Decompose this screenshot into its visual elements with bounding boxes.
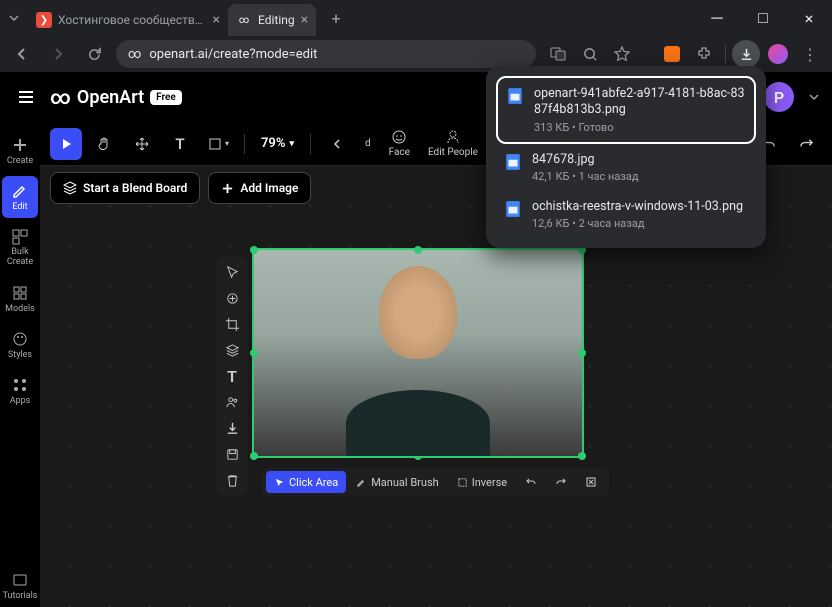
resize-handle[interactable]: [578, 349, 586, 357]
downloads-popup: openart-941abfe2-a917-4181-b8ac-8387f4b8…: [486, 66, 766, 248]
delete-tool[interactable]: [220, 468, 244, 492]
tabs-dropdown[interactable]: [0, 12, 28, 24]
tab-favicon: ❯: [36, 12, 52, 28]
hand-tool[interactable]: [88, 128, 120, 160]
tab-title: Editing: [258, 13, 295, 27]
download-meta: 313 КБ • Готово: [534, 121, 746, 134]
resize-handle[interactable]: [414, 452, 422, 460]
minimize-button[interactable]: ─: [694, 0, 740, 36]
redo-button[interactable]: [790, 128, 822, 160]
selection-bar: Click Area Manual Brush Inverse: [262, 468, 609, 496]
people-tool[interactable]: [220, 390, 244, 414]
file-icon: [504, 153, 522, 171]
tool-d[interactable]: d: [359, 138, 377, 149]
start-blend-board-button[interactable]: Start a Blend Board: [50, 172, 200, 204]
tab-active[interactable]: ∞ Editing ×: [228, 4, 316, 36]
resize-handle[interactable]: [578, 452, 586, 460]
titlebar: ❯ Хостинговое сообщество «Tin × ∞ Editin…: [0, 0, 832, 36]
add-image-button[interactable]: Add Image: [208, 172, 311, 204]
brand-name: OpenArt: [77, 87, 144, 108]
menu-icon[interactable]: ⋮: [796, 40, 824, 68]
download-name: openart-941abfe2-a917-4181-b8ac-8387f4b8…: [534, 86, 746, 119]
rail-styles[interactable]: Styles: [2, 324, 38, 366]
download-name: ochistka-reestra-v-windows-11-03.png: [532, 199, 748, 215]
infinity-icon: ∞: [128, 47, 141, 62]
logo[interactable]: ∞ OpenArt Free: [50, 85, 182, 109]
chevron-down-icon[interactable]: [808, 88, 820, 107]
delete-sel-button[interactable]: [577, 471, 605, 493]
url-text: openart.ai/create?mode=edit: [149, 47, 317, 62]
avatar[interactable]: P: [764, 82, 794, 112]
close-button[interactable]: ×: [786, 0, 832, 36]
download-item[interactable]: 847678.jpg 42,1 КБ • 1 час назад: [496, 144, 756, 191]
downloads-icon[interactable]: [732, 40, 760, 68]
rail-create[interactable]: Create: [2, 130, 38, 172]
reload-button[interactable]: [80, 40, 108, 68]
file-icon: [506, 87, 524, 105]
enhance-tool[interactable]: [220, 286, 244, 310]
extension-icon-1[interactable]: [658, 40, 686, 68]
download-meta: 42,1 КБ • 1 час назад: [532, 170, 748, 183]
manual-brush-button[interactable]: Manual Brush: [348, 471, 447, 493]
profile-icon[interactable]: [764, 40, 792, 68]
hamburger-icon[interactable]: [12, 83, 40, 111]
forward-button[interactable]: [44, 40, 72, 68]
floating-toolbar: T: [216, 256, 248, 496]
new-tab-button[interactable]: +: [322, 4, 350, 32]
play-button[interactable]: [50, 128, 82, 160]
rail-apps[interactable]: Apps: [2, 370, 38, 412]
save-tool[interactable]: [220, 442, 244, 466]
canvas-image[interactable]: [252, 248, 584, 458]
star-icon[interactable]: [608, 40, 636, 68]
free-badge: Free: [150, 90, 182, 105]
rail-bulk-create[interactable]: Bulk Create: [2, 222, 38, 274]
download-meta: 12,6 КБ • 2 часа назад: [532, 217, 748, 230]
download-name: 847678.jpg: [532, 152, 748, 168]
tool-face[interactable]: Face: [383, 129, 416, 158]
layers-tool[interactable]: [220, 338, 244, 362]
logo-icon: ∞: [50, 85, 71, 109]
resize-handle[interactable]: [250, 349, 258, 357]
back-button[interactable]: [8, 40, 36, 68]
file-icon: [504, 200, 522, 218]
resize-handle[interactable]: [414, 246, 422, 254]
zoom-level[interactable]: 79%▾: [255, 136, 300, 151]
rail-tutorials[interactable]: Tutorials: [2, 565, 38, 607]
tab-inactive[interactable]: ❯ Хостинговое сообщество «Tin ×: [28, 4, 228, 36]
download-tool[interactable]: [220, 416, 244, 440]
tool-edit-people[interactable]: Edit People: [422, 129, 484, 158]
redo-sel-button[interactable]: [547, 471, 575, 493]
close-icon[interactable]: ×: [301, 12, 308, 28]
url-input[interactable]: ∞ openart.ai/create?mode=edit: [116, 40, 536, 68]
action-row: Start a Blend Board Add Image: [50, 172, 311, 204]
text-tool[interactable]: T: [164, 128, 196, 160]
resize-handle[interactable]: [250, 246, 258, 254]
crop-tool[interactable]: [220, 312, 244, 336]
tab-favicon: ∞: [236, 12, 252, 28]
maximize-button[interactable]: □: [740, 0, 786, 36]
shape-tool[interactable]: ▾: [202, 128, 234, 160]
move-tool[interactable]: [126, 128, 158, 160]
undo-sel-button[interactable]: [517, 471, 545, 493]
left-rail: Create Edit Bulk Create Models Styles Ap…: [0, 122, 40, 607]
click-area-button[interactable]: Click Area: [266, 471, 346, 493]
cursor-tool[interactable]: [220, 260, 244, 284]
resize-handle[interactable]: [250, 452, 258, 460]
inverse-button[interactable]: Inverse: [449, 471, 515, 493]
zoom-icon[interactable]: [576, 40, 604, 68]
prev-button[interactable]: [321, 128, 353, 160]
translate-icon[interactable]: [544, 40, 572, 68]
text-tool-float[interactable]: T: [220, 364, 244, 388]
download-item[interactable]: ochistka-reestra-v-windows-11-03.png 12,…: [496, 191, 756, 238]
rail-edit[interactable]: Edit: [2, 176, 38, 218]
rail-models[interactable]: Models: [2, 278, 38, 320]
download-item[interactable]: openart-941abfe2-a917-4181-b8ac-8387f4b8…: [496, 76, 756, 144]
extensions-icon[interactable]: [690, 40, 718, 68]
tab-title: Хостинговое сообщество «Tin: [58, 13, 207, 27]
window-controls: ─ □ ×: [694, 0, 832, 36]
close-icon[interactable]: ×: [213, 12, 220, 28]
